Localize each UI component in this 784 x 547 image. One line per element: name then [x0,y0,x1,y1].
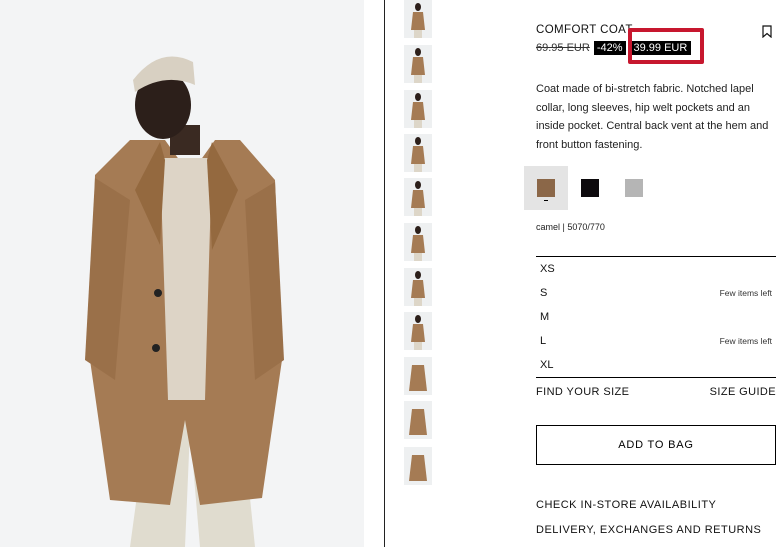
swatch-grey-chip [625,179,643,197]
product-description: Coat made of bi-stretch fabric. Notched … [536,83,769,151]
find-your-size-link[interactable]: FIND YOUR SIZE [536,386,629,398]
swatch-black[interactable] [568,166,612,210]
color-reference-label: camel | 5070/770 [536,222,605,232]
thumbnail-10[interactable] [404,401,432,439]
thumbnail-1[interactable] [404,0,432,38]
thumbnail-8[interactable] [404,312,432,350]
price-old: 69.95 EUR [536,42,590,54]
thumbnail-3[interactable] [404,90,432,128]
thumbnail-rail-divider [384,0,385,547]
color-swatches [524,166,656,210]
delivery-returns-link[interactable]: DELIVERY, EXCHANGES AND RETURNS [536,524,761,536]
size-label: L [540,335,547,347]
check-in-store-link[interactable]: CHECK IN-STORE AVAILABILITY [536,499,716,511]
bookmark-icon[interactable] [762,25,772,39]
size-option-xl[interactable]: XL [536,353,776,377]
swatch-camel-chip [537,179,555,197]
size-option-s[interactable]: S Few items left [536,281,776,305]
size-option-m[interactable]: M [536,305,776,329]
thumbnail-9[interactable] [404,357,432,395]
size-option-l[interactable]: L Few items left [536,329,776,353]
size-label: XS [540,263,555,275]
swatch-camel[interactable] [524,166,568,210]
size-guide-link[interactable]: SIZE GUIDE [710,386,776,398]
size-option-xs[interactable]: XS [536,257,776,281]
price-highlight-box [628,28,704,64]
size-helpers: FIND YOUR SIZE SIZE GUIDE [536,386,776,398]
product-title: COMFORT COAT [536,24,633,36]
thumbnail-4[interactable] [404,134,432,172]
selected-indicator [544,200,548,201]
size-label: M [540,311,550,323]
swatch-grey[interactable] [612,166,656,210]
stock-note: Few items left [719,336,772,346]
thumbnail-6[interactable] [404,223,432,261]
swatch-black-chip [581,179,599,197]
thumbnail-2[interactable] [404,45,432,83]
thumbnail-5[interactable] [404,178,432,216]
thumbnail-7[interactable] [404,268,432,306]
discount-badge: -42% [593,41,626,55]
thumbnail-11[interactable] [404,447,432,485]
size-label: XL [540,359,554,371]
product-main-image[interactable] [0,0,364,547]
stock-note: Few items left [719,288,772,298]
add-to-bag-button[interactable]: ADD TO BAG [536,425,776,465]
size-label: S [540,287,548,299]
size-selector: XS S Few items left M L Few items left X… [536,256,776,378]
